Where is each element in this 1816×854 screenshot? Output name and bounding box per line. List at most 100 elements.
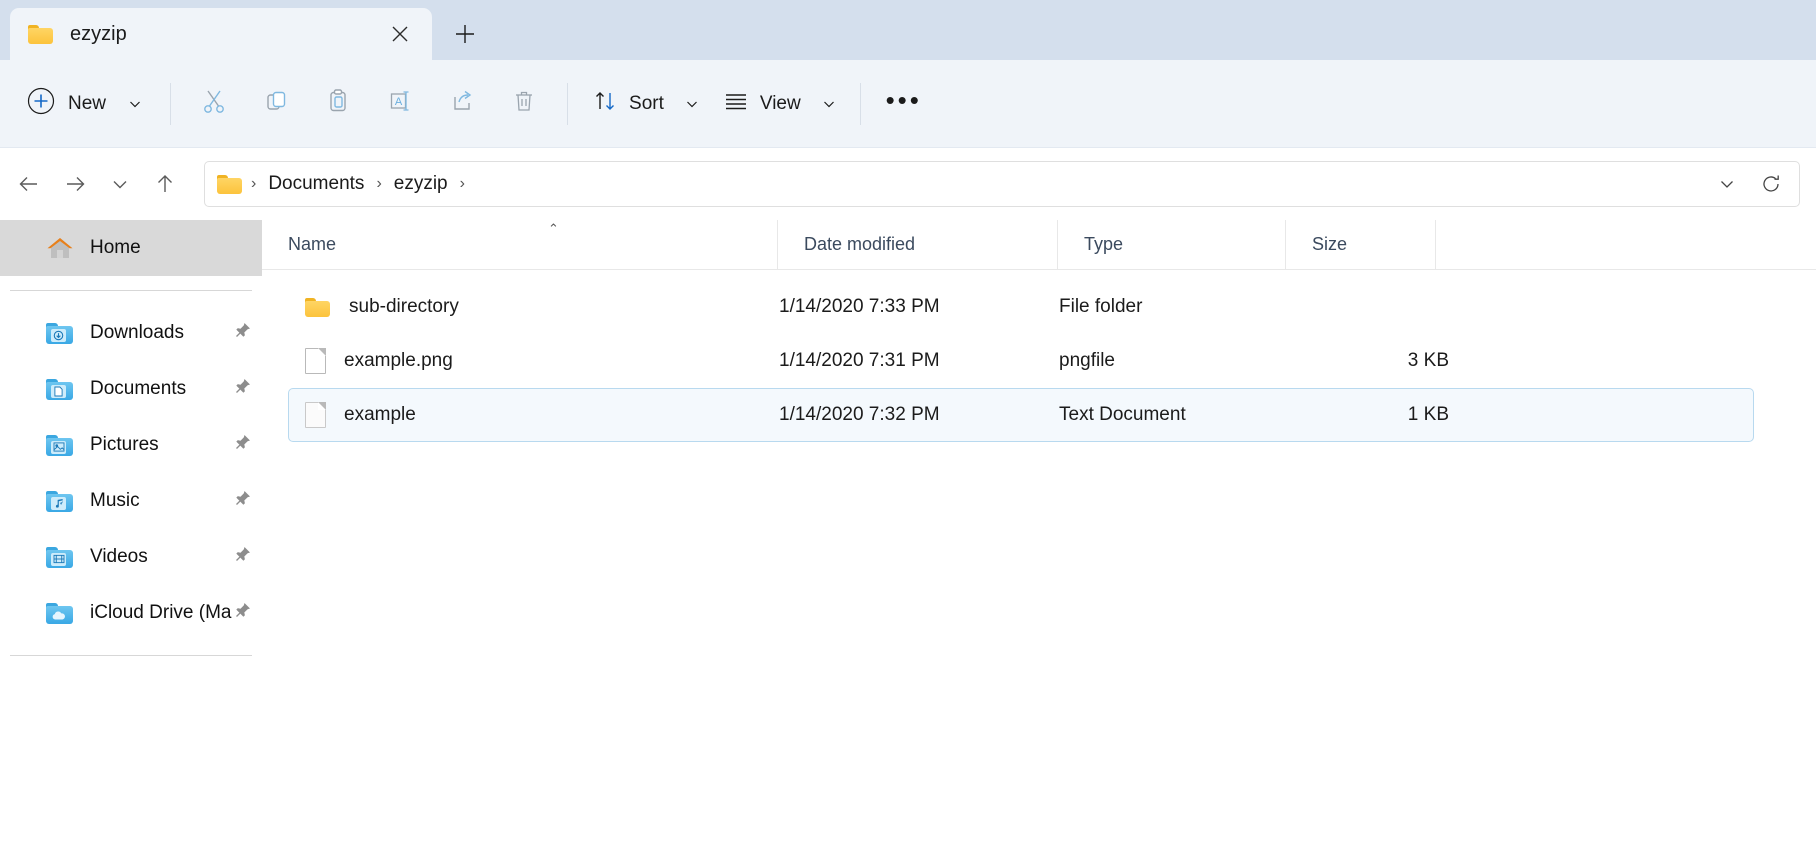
home-icon xyxy=(46,236,76,260)
command-toolbar: New A Sort View ••• xyxy=(0,60,1816,148)
paste-button[interactable] xyxy=(307,80,369,128)
ellipsis-icon: ••• xyxy=(885,84,922,115)
navigation-pane: Home Downloads Documents Pictures Music … xyxy=(0,220,262,854)
file-name: sub-directory xyxy=(349,296,459,317)
recent-locations-button[interactable] xyxy=(98,161,142,207)
pin-icon[interactable] xyxy=(232,377,252,402)
new-tab-button[interactable] xyxy=(442,11,488,57)
breadcrumb-separator: › xyxy=(459,175,465,192)
column-header-label: Type xyxy=(1084,234,1124,254)
column-header-name[interactable]: Name xyxy=(262,219,778,270)
pin-icon[interactable] xyxy=(232,321,252,346)
file-name-cell: example.png xyxy=(289,335,779,387)
sidebar-item-label: Downloads xyxy=(90,322,184,343)
chevron-down-icon[interactable] xyxy=(128,97,142,111)
folder-videos-icon xyxy=(46,546,76,569)
sort-icon xyxy=(592,88,618,119)
column-header-label: Date modified xyxy=(804,234,916,254)
file-date-cell: 1/14/2020 7:31 PM xyxy=(779,350,940,371)
folder-downloads-icon xyxy=(46,322,76,345)
text-file-icon xyxy=(305,402,326,428)
folder-icon xyxy=(305,296,331,318)
sidebar-divider xyxy=(10,290,252,291)
sidebar-item-label: Pictures xyxy=(90,434,159,455)
chevron-down-icon[interactable] xyxy=(822,97,836,111)
breadcrumb-separator: › xyxy=(376,175,382,192)
sidebar-item-videos[interactable]: Videos xyxy=(0,529,262,585)
file-type-cell: Text Document xyxy=(1059,404,1186,425)
sidebar-item-documents[interactable]: Documents xyxy=(0,361,262,417)
toolbar-separator-2 xyxy=(567,82,569,125)
sidebar-item-icloud-drive[interactable]: iCloud Drive (Ma xyxy=(0,585,262,641)
file-size-cell: 3 KB xyxy=(1407,350,1449,371)
column-header-label: Name xyxy=(288,234,337,254)
plus-circle-icon xyxy=(26,86,56,121)
view-icon xyxy=(723,88,749,119)
file-type-cell: File folder xyxy=(1059,296,1143,317)
paste-icon xyxy=(323,86,353,121)
column-header-row: ⌃ Name Date modified Type Size xyxy=(262,219,1816,270)
breadcrumb-ezyzip[interactable]: ezyzip xyxy=(386,169,456,199)
table-row[interactable]: example 1/14/2020 7:32 PM Text Document … xyxy=(288,388,1754,442)
sidebar-item-downloads[interactable]: Downloads xyxy=(0,305,262,361)
column-header-date-modified[interactable]: Date modified xyxy=(778,219,1058,270)
pin-icon[interactable] xyxy=(232,433,252,458)
chevron-down-icon[interactable] xyxy=(685,97,699,111)
more-options-button[interactable]: ••• xyxy=(873,80,935,128)
close-icon[interactable] xyxy=(382,16,418,52)
back-button[interactable] xyxy=(6,161,52,207)
sidebar-item-label: Music xyxy=(90,490,140,511)
file-size-cell xyxy=(1287,281,1457,333)
address-bar-row: › Documents › ezyzip › xyxy=(0,148,1816,220)
column-header-type[interactable]: Type xyxy=(1058,219,1286,270)
address-dropdown-button[interactable] xyxy=(1705,164,1749,204)
sidebar-item-label: iCloud Drive (Ma xyxy=(90,602,232,623)
trash-icon xyxy=(509,86,539,121)
share-icon xyxy=(447,86,477,121)
rename-button[interactable]: A xyxy=(369,80,431,128)
sidebar-item-pictures[interactable]: Pictures xyxy=(0,417,262,473)
tab-ezyzip[interactable]: ezyzip xyxy=(10,8,432,60)
cut-button[interactable] xyxy=(183,80,245,128)
sidebar-item-label: Videos xyxy=(90,546,148,567)
rename-icon: A xyxy=(385,86,415,121)
file-name: example.png xyxy=(344,350,453,371)
file-type-cell: pngfile xyxy=(1059,350,1115,371)
pin-icon[interactable] xyxy=(232,601,252,626)
share-button[interactable] xyxy=(431,80,493,128)
svg-text:A: A xyxy=(395,96,403,108)
forward-button[interactable] xyxy=(52,161,98,207)
pin-icon[interactable] xyxy=(232,489,252,514)
sort-button-label: Sort xyxy=(629,92,664,114)
column-header-size[interactable]: Size xyxy=(1286,219,1436,270)
sidebar-item-label: Home xyxy=(90,237,141,258)
new-button[interactable]: New xyxy=(14,80,158,128)
view-button[interactable]: View xyxy=(711,80,848,128)
up-button[interactable] xyxy=(142,161,188,207)
pin-icon[interactable] xyxy=(232,545,252,570)
delete-button[interactable] xyxy=(493,80,555,128)
file-name: example xyxy=(344,404,416,425)
breadcrumb-separator: › xyxy=(251,175,257,192)
scissors-icon xyxy=(199,86,229,121)
folder-icon xyxy=(28,23,54,45)
table-row[interactable]: example.png 1/14/2020 7:31 PM pngfile 3 … xyxy=(288,334,1754,388)
column-header-label: Size xyxy=(1312,234,1348,254)
folder-pictures-icon xyxy=(46,434,76,457)
table-row[interactable]: sub-directory 1/14/2020 7:33 PM File fol… xyxy=(288,280,1754,334)
file-name-cell: sub-directory xyxy=(289,281,779,333)
toolbar-separator xyxy=(170,82,172,125)
address-bar[interactable]: › Documents › ezyzip › xyxy=(204,161,1800,207)
sidebar-item-music[interactable]: Music xyxy=(0,473,262,529)
tab-title: ezyzip xyxy=(70,22,127,45)
sidebar-item-home[interactable]: Home xyxy=(0,220,262,276)
refresh-button[interactable] xyxy=(1749,164,1793,204)
breadcrumb-documents[interactable]: Documents xyxy=(260,169,372,199)
new-button-label: New xyxy=(68,92,107,114)
sidebar-divider-2 xyxy=(10,655,252,656)
copy-button[interactable] xyxy=(245,80,307,128)
folder-music-icon xyxy=(46,490,76,513)
folder-icloud-icon xyxy=(46,602,76,625)
sort-button[interactable]: Sort xyxy=(580,80,711,128)
file-list-pane: ⌃ Name Date modified Type Size sub-direc… xyxy=(262,219,1816,854)
